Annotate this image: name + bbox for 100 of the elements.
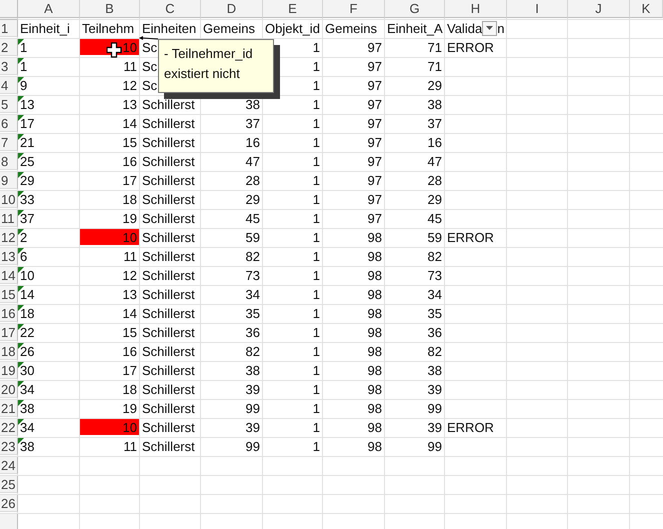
column-header[interactable]: E: [263, 0, 323, 18]
column-header[interactable]: J: [568, 0, 630, 18]
table-cell: 1: [312, 400, 320, 416]
table-cell: 82: [246, 344, 260, 358]
column-header[interactable]: B: [80, 0, 140, 18]
row-header[interactable]: 11: [0, 210, 18, 227]
table-cell: 99: [428, 438, 442, 454]
column-header[interactable]: I: [507, 0, 568, 18]
table-cell: 1: [312, 58, 320, 74]
row-header[interactable]: 8: [0, 153, 18, 170]
table-cell: 1: [312, 324, 320, 340]
table-cell: 39: [246, 382, 260, 396]
header-cell-text: Objekt_id: [264, 20, 321, 36]
row-header[interactable]: 3: [0, 58, 18, 75]
table-cell: 29: [246, 192, 260, 206]
table-cell-text: 16: [122, 343, 138, 359]
table-cell: ERROR: [447, 420, 494, 434]
select-all-button[interactable]: [0, 0, 18, 18]
table-cell: 1: [312, 96, 320, 112]
row-header[interactable]: 14: [0, 267, 18, 284]
row-header[interactable]: 2: [0, 39, 18, 56]
table-cell: 82: [428, 248, 442, 264]
table-cell: 47: [246, 154, 260, 168]
table-cell: 1: [20, 40, 28, 54]
row-header[interactable]: 12: [0, 229, 18, 246]
row-header[interactable]: 7: [0, 134, 18, 151]
column-header[interactable]: D: [201, 0, 263, 18]
row-header[interactable]: 21: [0, 400, 18, 417]
row-header[interactable]: 5: [0, 96, 18, 113]
table-cell: 97: [368, 96, 382, 112]
header-cell: Valida: [447, 20, 482, 36]
table-cell: 34: [20, 382, 34, 396]
table-cell: 38: [428, 96, 442, 112]
row-header[interactable]: 9: [0, 172, 18, 189]
table-cell: Schillerst: [142, 438, 195, 454]
column-header[interactable]: H: [445, 0, 507, 18]
row-header[interactable]: 22: [0, 419, 18, 436]
table-cell: 97: [368, 210, 382, 226]
row-header[interactable]: 17: [0, 324, 18, 341]
row-header[interactable]: 6: [0, 115, 18, 132]
row-header[interactable]: 18: [0, 343, 18, 360]
table-cell: Sc: [142, 58, 158, 74]
table-cell: Schillerst: [142, 230, 195, 244]
table-cell: 10: [80, 229, 139, 245]
table-cell: Schillerst: [142, 286, 195, 302]
row-header[interactable]: [0, 514, 18, 529]
table-cell: Schillerst: [142, 344, 195, 358]
table-cell: 99: [246, 400, 260, 416]
table-cell: 28: [246, 172, 260, 188]
column-header[interactable]: A: [18, 0, 80, 18]
row-header[interactable]: 25: [0, 476, 18, 493]
table-cell: 98: [368, 324, 382, 340]
table-cell: 97: [368, 40, 382, 54]
header-cell-text: Einheit_A: [386, 20, 444, 36]
table-cell: 1: [312, 344, 320, 358]
table-cell: ERROR: [447, 230, 494, 244]
table-cell: 21: [20, 134, 34, 150]
table-cell: 37: [246, 116, 260, 130]
table-cell: ERROR: [447, 40, 494, 54]
column-header[interactable]: C: [140, 0, 201, 18]
table-cell: Schillerst: [142, 154, 195, 168]
table-cell: 1: [312, 306, 320, 320]
table-cell: 10: [20, 268, 34, 282]
table-cell: 29: [428, 78, 442, 92]
table-cell: 1: [312, 172, 320, 188]
table-cell: 38: [20, 400, 34, 416]
column-header[interactable]: K: [630, 0, 663, 18]
table-cell: Schillerst: [142, 172, 195, 188]
row-header[interactable]: 15: [0, 286, 18, 303]
table-cell: 97: [368, 58, 382, 74]
table-cell-text: 18: [122, 191, 138, 207]
row-header[interactable]: 26: [0, 495, 18, 512]
table-cell: Schillerst: [142, 268, 195, 282]
row-header[interactable]: 1: [0, 20, 18, 37]
row-header[interactable]: 10: [0, 191, 18, 208]
table-cell: 98: [368, 400, 382, 416]
row-header[interactable]: 4: [0, 77, 18, 94]
row-header[interactable]: 19: [0, 362, 18, 379]
row-header[interactable]: 16: [0, 305, 18, 322]
column-header[interactable]: F: [323, 0, 385, 18]
table-cell: 34: [428, 286, 442, 302]
table-cell: 1: [312, 268, 320, 282]
table-cell: 37: [428, 116, 442, 130]
table-cell: 1: [312, 192, 320, 206]
table-cell: 39: [428, 382, 442, 396]
row-header[interactable]: 24: [0, 457, 18, 474]
row-header[interactable]: 20: [0, 381, 18, 398]
column-header[interactable]: G: [385, 0, 445, 18]
table-cell: Schillerst: [142, 248, 195, 264]
row-header[interactable]: 23: [0, 438, 18, 455]
table-cell: 1: [312, 420, 320, 434]
table-cell: Schillerst: [142, 420, 195, 434]
table-cell: 98: [368, 344, 382, 358]
table-cell-text: 13: [122, 286, 138, 302]
table-cell: 10: [80, 419, 139, 435]
header-cell: n: [497, 20, 504, 36]
row-header[interactable]: 13: [0, 248, 18, 265]
table-cell: 17: [20, 116, 34, 130]
table-cell-text: 11: [122, 248, 138, 264]
filter-button[interactable]: [482, 20, 498, 36]
